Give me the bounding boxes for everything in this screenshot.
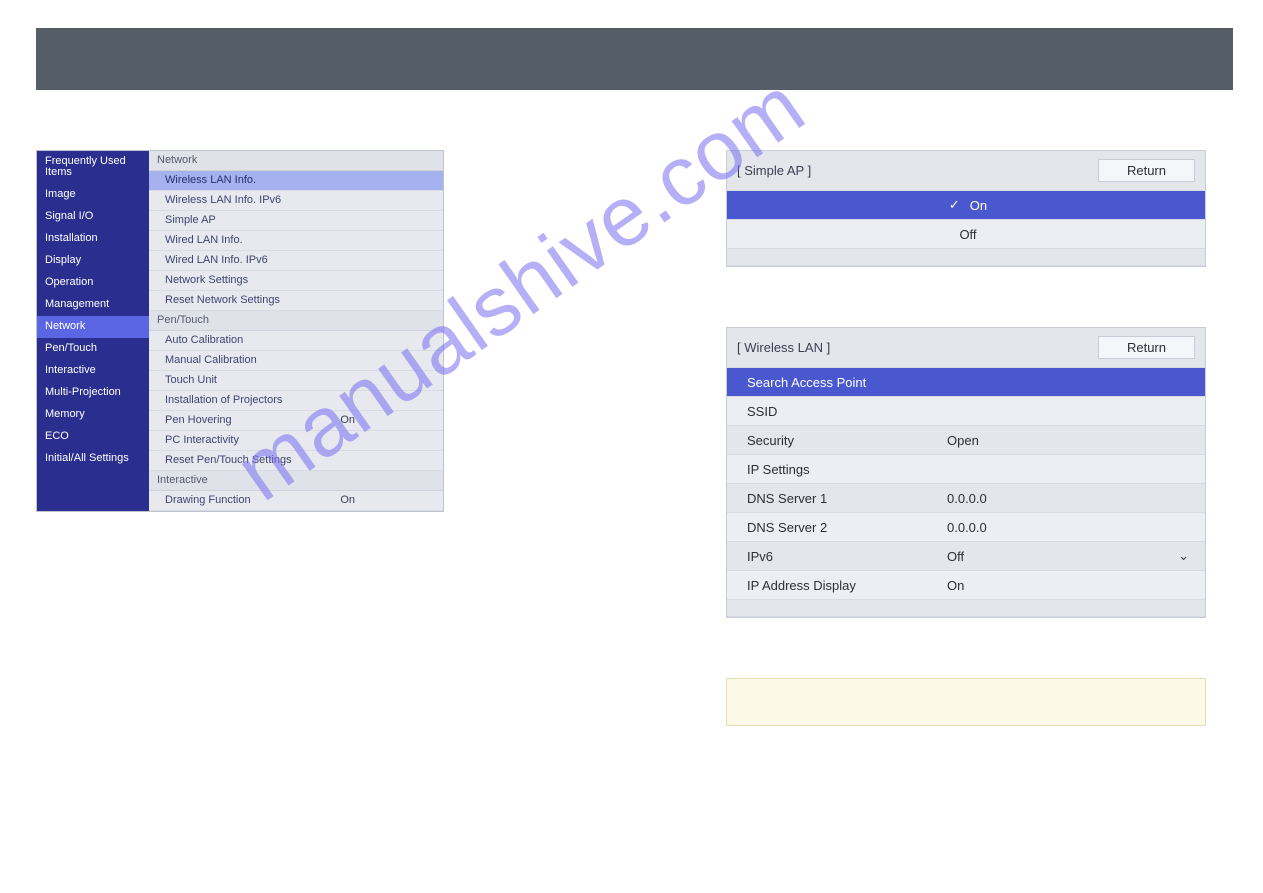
step-6 <box>36 538 611 560</box>
menu-item[interactable]: Wired LAN Info. IPv6 <box>149 251 443 271</box>
menu-item[interactable]: Wireless LAN Info. IPv6 <box>149 191 443 211</box>
menu-item[interactable]: Wired LAN Info. <box>149 231 443 251</box>
menu-main-panel: Network Wireless LAN Info. Wireless LAN In… <box>149 151 443 511</box>
menu-item[interactable]: Manual Calibration <box>149 351 443 371</box>
menu-item[interactable]: Wireless LAN Info. <box>149 171 443 191</box>
option-label: Off <box>959 227 976 242</box>
sidebar-item-initial-all-settings[interactable]: Initial/All Settings <box>37 448 149 470</box>
wireless-lan-return-button[interactable]: Return <box>1098 336 1195 359</box>
menu-item-label: Network Settings <box>165 275 248 286</box>
menu-item-label: Auto Calibration <box>165 335 243 346</box>
page-header-bar <box>36 28 1233 90</box>
wlan-row[interactable]: SecurityOpen <box>727 426 1205 455</box>
menu-item[interactable]: Auto Calibration <box>149 331 443 351</box>
simple-ap-return-button[interactable]: Return <box>1098 159 1195 182</box>
menu-item-label: Pen Hovering <box>165 415 232 426</box>
wlan-row[interactable]: Search Access Point <box>727 368 1205 397</box>
sidebar-item-eco[interactable]: ECO <box>37 426 149 448</box>
sidebar-item-image[interactable]: Image <box>37 184 149 206</box>
wlan-row-label: IP Address Display <box>747 578 947 593</box>
wlan-row-label: DNS Server 2 <box>747 520 947 535</box>
sidebar-item-network[interactable]: Network <box>37 316 149 338</box>
menu-item[interactable]: Pen Hovering On <box>149 411 443 431</box>
wlan-row-value: Off <box>947 549 1178 564</box>
menu-item-label: Wired LAN Info. <box>165 235 243 246</box>
sidebar-item-installation[interactable]: Installation <box>37 228 149 250</box>
wireless-lan-title: [ Wireless LAN ] <box>737 340 830 355</box>
menu-item-label: Wireless LAN Info. <box>165 175 256 186</box>
wlan-row-value: On <box>947 578 1189 593</box>
sidebar-item-frequently-used-items[interactable]: Frequently Used Items <box>37 151 149 184</box>
section-header: Interactive <box>149 471 443 491</box>
menu-item[interactable]: Simple AP <box>149 211 443 231</box>
menu-item[interactable]: Touch Unit <box>149 371 443 391</box>
projector-menu-screenshot: Frequently Used ItemsImageSignal I/OInst… <box>36 150 444 512</box>
wlan-row-value: 0.0.0.0 <box>947 520 1189 535</box>
menu-item-label: PC Interactivity <box>165 435 239 446</box>
note-box <box>726 678 1206 726</box>
option-label: On <box>970 198 987 213</box>
wlan-row-label: SSID <box>747 404 947 419</box>
left-column: Frequently Used ItemsImageSignal I/OInst… <box>36 150 611 726</box>
menu-item-value: On <box>340 415 435 426</box>
wlan-row-label: Search Access Point <box>747 375 947 390</box>
wlan-row[interactable]: IP Address DisplayOn <box>727 571 1205 600</box>
spacer-row <box>727 249 1205 266</box>
wlan-row-label: IPv6 <box>747 549 947 564</box>
spacer-row <box>727 600 1205 617</box>
simple-ap-title: [ Simple AP ] <box>737 163 811 178</box>
menu-item-label: Wireless LAN Info. IPv6 <box>165 195 281 206</box>
chevron-down-icon: ⌄ <box>1178 548 1189 564</box>
menu-item-label: Reset Network Settings <box>165 295 280 306</box>
menu-item-label: Wired LAN Info. IPv6 <box>165 255 268 266</box>
wlan-row[interactable]: IPv6Off⌄ <box>727 542 1205 571</box>
wlan-row[interactable]: IP Settings <box>727 455 1205 484</box>
sidebar-item-interactive[interactable]: Interactive <box>37 360 149 382</box>
right-column: [ Simple AP ] Return ✓ On Off [ Wireless L… <box>726 150 1206 726</box>
sidebar-item-display[interactable]: Display <box>37 250 149 272</box>
wlan-row-value: Open <box>947 433 1189 448</box>
menu-item[interactable]: PC Interactivity <box>149 431 443 451</box>
menu-item[interactable]: Network Settings <box>149 271 443 291</box>
simple-ap-option[interactable]: ✓ On <box>727 191 1205 220</box>
sidebar-item-management[interactable]: Management <box>37 294 149 316</box>
wlan-row-label: Security <box>747 433 947 448</box>
sidebar-item-pen-touch[interactable]: Pen/Touch <box>37 338 149 360</box>
wlan-row-label: IP Settings <box>747 462 947 477</box>
check-icon: ✓ <box>949 197 960 213</box>
menu-item-label: Drawing Function <box>165 495 251 506</box>
sidebar-item-multi-projection[interactable]: Multi-Projection <box>37 382 149 404</box>
wlan-row[interactable]: DNS Server 20.0.0.0 <box>727 513 1205 542</box>
menu-sidebar: Frequently Used ItemsImageSignal I/OInst… <box>37 151 149 511</box>
menu-item-label: Touch Unit <box>165 375 217 386</box>
menu-item-label: Reset Pen/Touch Settings <box>165 455 292 466</box>
sidebar-item-memory[interactable]: Memory <box>37 404 149 426</box>
wlan-row-label: DNS Server 1 <box>747 491 947 506</box>
simple-ap-option[interactable]: Off <box>727 220 1205 249</box>
section-header: Network <box>149 151 443 171</box>
menu-item-label: Installation of Projectors <box>165 395 282 406</box>
menu-item-label: Manual Calibration <box>165 355 257 366</box>
simple-ap-panel: [ Simple AP ] Return ✓ On Off <box>726 150 1206 267</box>
sidebar-item-signal-i-o[interactable]: Signal I/O <box>37 206 149 228</box>
section-header: Pen/Touch <box>149 311 443 331</box>
menu-item[interactable]: Installation of Projectors <box>149 391 443 411</box>
wlan-row-value: 0.0.0.0 <box>947 491 1189 506</box>
wlan-row[interactable]: SSID <box>727 397 1205 426</box>
menu-item-label: Simple AP <box>165 215 216 226</box>
wlan-row[interactable]: DNS Server 10.0.0.0 <box>727 484 1205 513</box>
wireless-lan-panel: [ Wireless LAN ] Return Search Access Po… <box>726 327 1206 618</box>
sidebar-item-operation[interactable]: Operation <box>37 272 149 294</box>
menu-item-value: On <box>340 495 435 506</box>
step-number-icon <box>36 538 58 560</box>
menu-item[interactable]: Drawing Function On <box>149 491 443 511</box>
menu-item[interactable]: Reset Pen/Touch Settings <box>149 451 443 471</box>
menu-item[interactable]: Reset Network Settings <box>149 291 443 311</box>
